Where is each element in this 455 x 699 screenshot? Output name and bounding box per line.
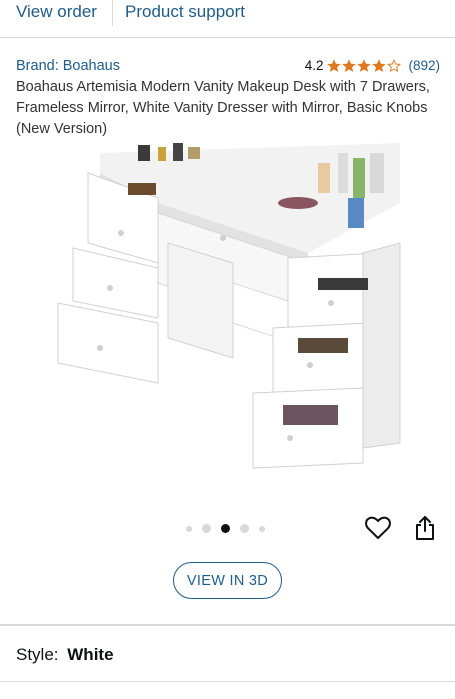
style-label: Style: xyxy=(16,645,59,664)
carousel-dot[interactable] xyxy=(240,524,249,533)
top-nav: View order Product support xyxy=(0,0,455,38)
image-carousel-dots xyxy=(186,524,275,533)
style-value: White xyxy=(67,645,114,664)
star-icon xyxy=(327,58,342,72)
rating-value: 4.2 xyxy=(304,58,324,73)
product-card: Brand: Boahaus 4.2 (892) Boahaus Artemis… xyxy=(0,38,455,626)
rating[interactable]: 4.2 (892) xyxy=(305,58,440,73)
carousel-dot[interactable] xyxy=(202,524,211,533)
star-icon xyxy=(342,58,357,72)
product-title: Boahaus Artemisia Modern Vanity Makeup D… xyxy=(16,79,430,137)
section-divider xyxy=(0,624,455,626)
heart-icon[interactable] xyxy=(365,516,391,540)
rating-count[interactable]: (892) xyxy=(408,58,440,73)
vanity-desk-illustration xyxy=(57,143,401,469)
bottom-divider xyxy=(0,681,455,682)
view-order-link[interactable]: View order xyxy=(16,0,97,24)
share-icon[interactable] xyxy=(414,515,436,541)
star-icon xyxy=(357,58,372,72)
product-image[interactable] xyxy=(48,143,408,478)
star-outline-icon xyxy=(387,58,402,72)
product-support-link[interactable]: Product support xyxy=(125,0,245,24)
style-selector[interactable]: Style: White xyxy=(16,645,114,665)
brand-rating-row: Brand: Boahaus 4.2 (892) xyxy=(16,58,440,78)
nav-divider xyxy=(112,0,113,26)
brand-link[interactable]: Brand: Boahaus xyxy=(16,58,120,74)
star-rating xyxy=(327,58,402,73)
carousel-dot[interactable] xyxy=(259,525,265,532)
carousel-dot-active[interactable] xyxy=(221,524,230,533)
carousel-dot[interactable] xyxy=(186,525,192,532)
star-icon xyxy=(372,58,387,72)
view-in-3d-button[interactable]: VIEW IN 3D xyxy=(173,562,282,599)
